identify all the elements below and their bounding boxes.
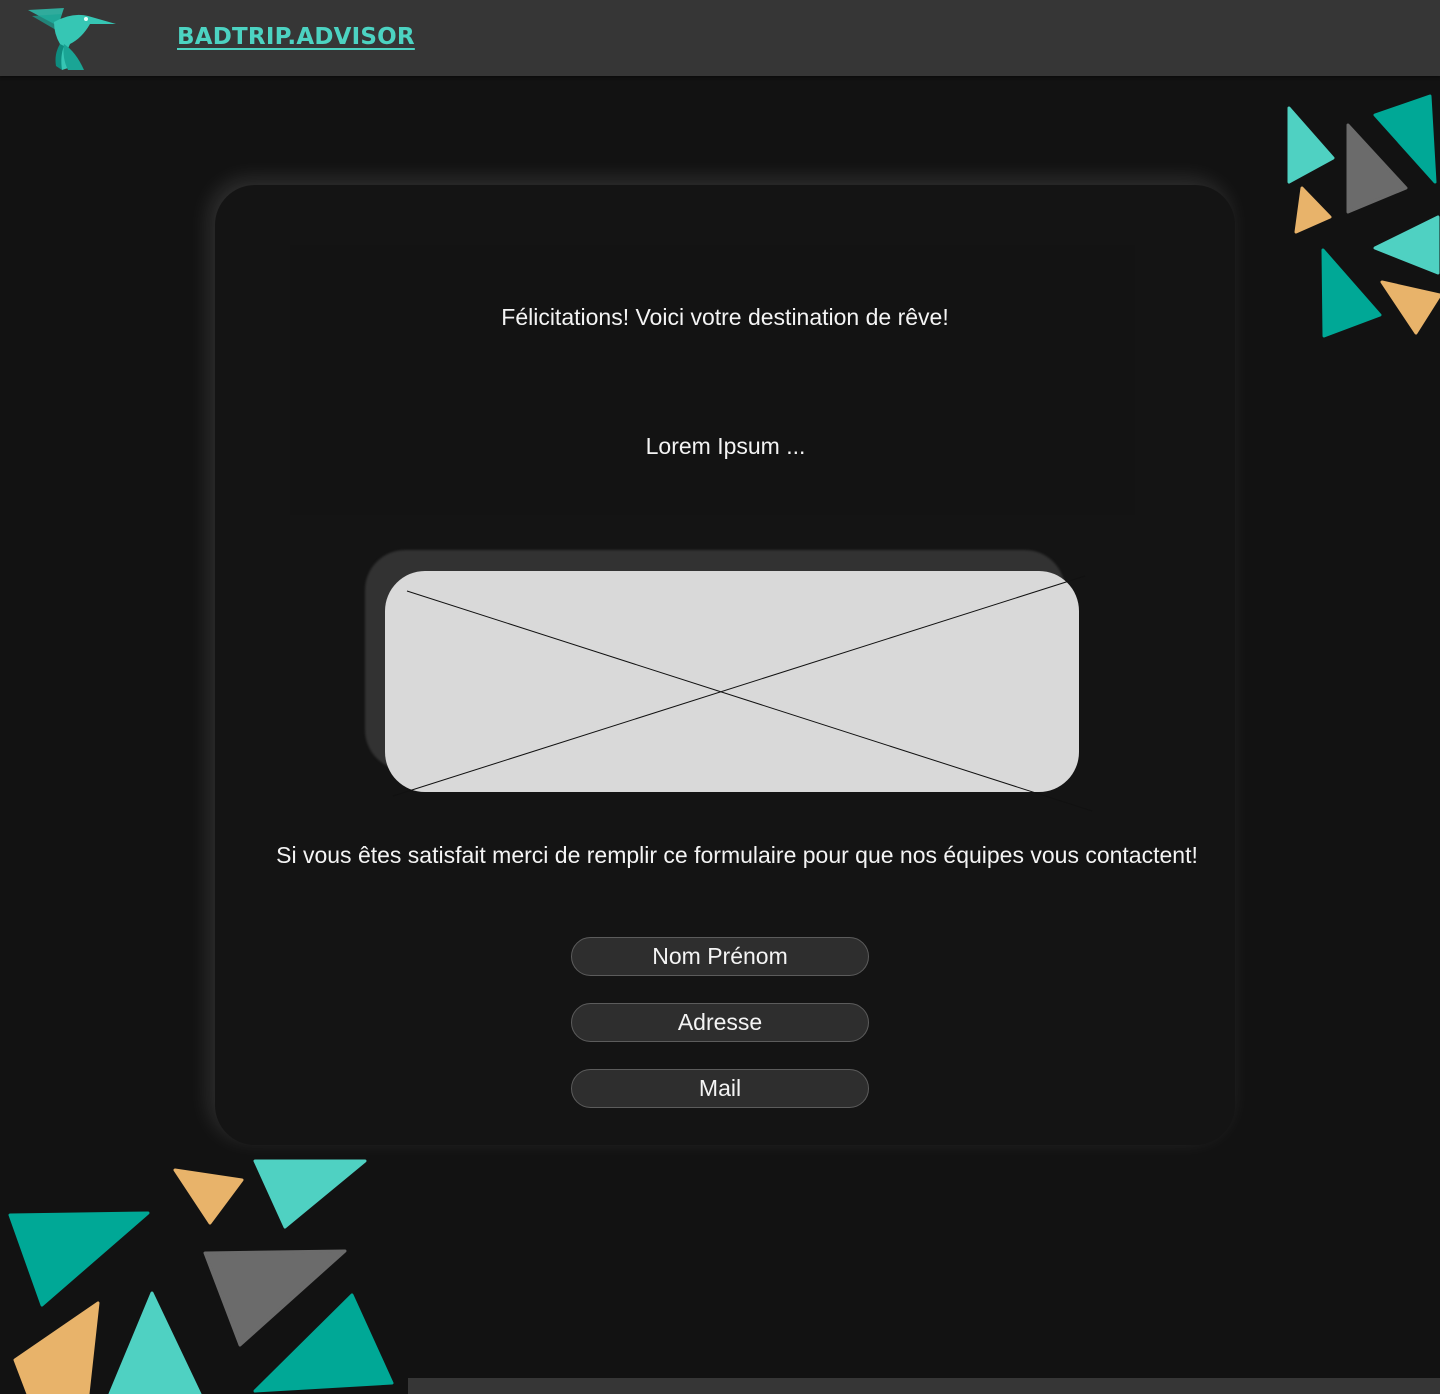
top-header: BADTRIP.ADVISOR [0,0,1440,76]
destination-text-box [290,245,1135,515]
result-card: Félicitations! Voici votre destination d… [215,185,1235,1145]
name-input[interactable] [571,937,869,976]
brand-link[interactable]: BADTRIP.ADVISOR [177,24,415,50]
hummingbird-icon[interactable] [24,4,118,72]
destination-description: Lorem Ipsum ... [645,433,806,459]
decorative-triangles-top-right [1287,94,1440,338]
page-title: Félicitations! Voici votre destination d… [501,304,949,330]
mail-input[interactable] [571,1069,869,1108]
decorative-triangles-bottom-left [8,1159,394,1394]
contact-message: Si vous êtes satisfait merci de remplir … [276,842,1198,868]
destination-image [385,571,1079,792]
bottom-bar [408,1378,1440,1394]
address-input[interactable] [571,1003,869,1042]
